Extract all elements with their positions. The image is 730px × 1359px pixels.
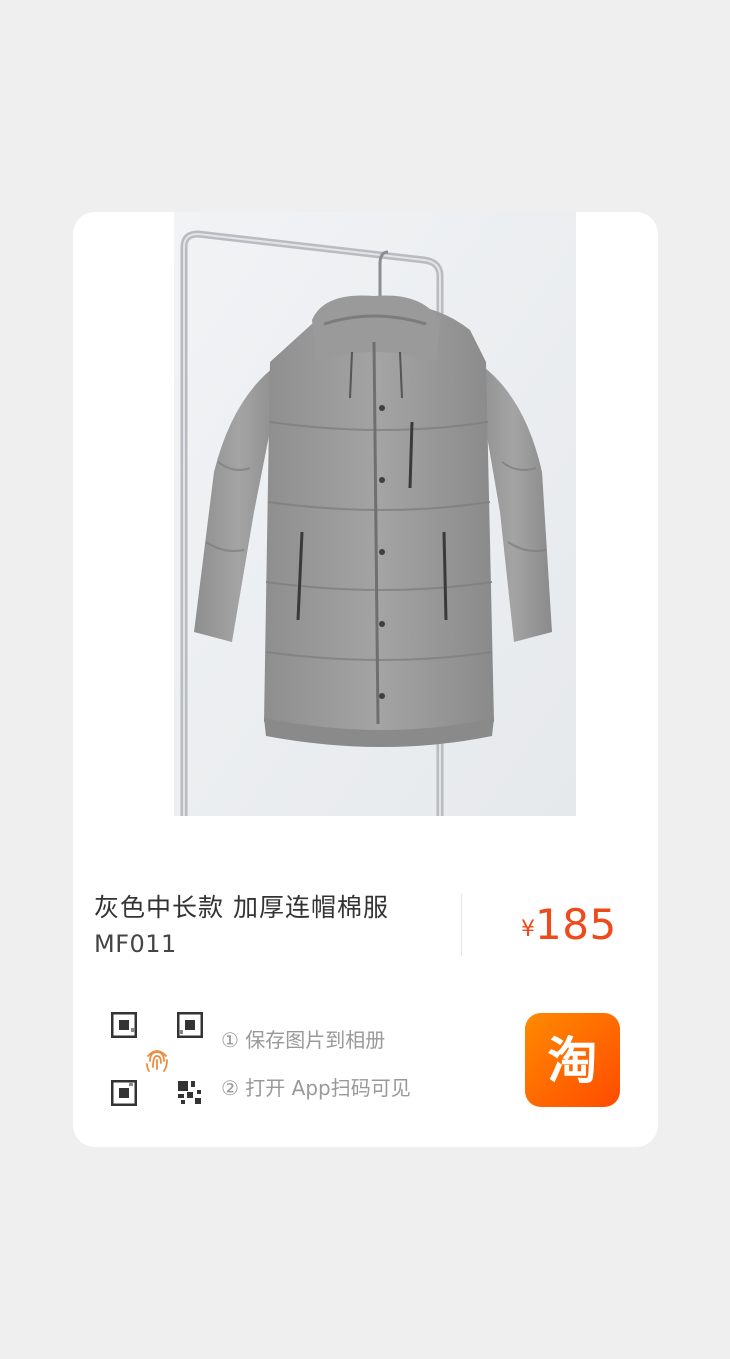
divider [461, 894, 462, 956]
product-title: 灰色中长款 加厚连帽棉服 [94, 893, 389, 922]
qr-corner-icon [177, 1012, 203, 1038]
currency-symbol: ¥ [521, 917, 535, 942]
logo-text: 淘 [548, 1032, 598, 1090]
product-image[interactable] [174, 212, 576, 816]
instruction-step-2: ② 打开 App扫码可见 [221, 1076, 411, 1100]
product-price: ¥185 [521, 900, 617, 949]
fingerprint-icon [146, 1050, 168, 1072]
jacket-photo [174, 212, 576, 816]
qr-corner-icon [111, 1080, 137, 1106]
qr-code-icon [111, 1012, 205, 1108]
taobao-logo-icon[interactable]: 淘 [525, 1013, 620, 1107]
price-value: 185 [535, 900, 617, 949]
qr-pattern-icon [178, 1081, 201, 1104]
share-card: 灰色中长款 加厚连帽棉服 MF011 ¥185 ① 保存图片到相册 ② 打开 A… [73, 212, 658, 1147]
qr-corner-icon [111, 1012, 137, 1038]
instruction-step-1: ① 保存图片到相册 [221, 1028, 386, 1052]
product-sku: MF011 [94, 930, 177, 958]
